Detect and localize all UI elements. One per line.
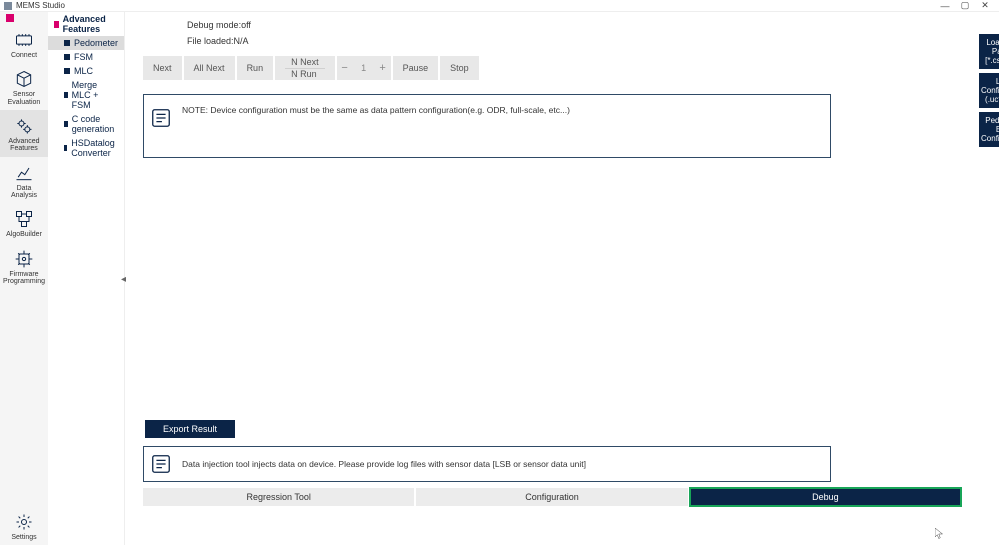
info-box: Data injection tool injects data on devi… — [143, 446, 831, 482]
run-button[interactable]: Run — [237, 56, 274, 80]
rail-data-analysis[interactable]: Data Analysis — [0, 157, 48, 204]
output-area — [143, 158, 961, 420]
debug-mode-status: Debug mode:off — [187, 20, 961, 30]
load-data-pattern-button[interactable]: Load Data Pattern [*.csv, *.txt] — [979, 34, 999, 69]
pause-button[interactable]: Pause — [393, 56, 439, 80]
note-icon — [150, 453, 172, 475]
left-rail: Connect Sensor Evaluation Advanced Featu… — [0, 12, 48, 545]
close-button[interactable]: ✕ — [975, 0, 995, 11]
nodes-icon — [14, 209, 34, 229]
n-run-label: N Run — [285, 69, 325, 80]
tab-regression[interactable]: Regression Tool — [143, 488, 414, 506]
connect-icon — [14, 30, 34, 50]
bullet-icon — [64, 68, 70, 74]
load-configuration-button[interactable]: Load Configuration (.ucf, .json) — [979, 73, 999, 108]
side-nav: Advanced Features Pedometer FSM MLC Merg… — [48, 12, 125, 545]
info-text: Data injection tool injects data on devi… — [182, 459, 586, 469]
gear-icon — [14, 512, 34, 532]
rail-advanced-features-label: Advanced Features — [8, 138, 39, 153]
n-next-label: N Next — [285, 57, 325, 69]
window-title: MEMS Studio — [16, 1, 65, 10]
square-bullet-icon — [54, 21, 59, 28]
maximize-button[interactable]: ▢ — [955, 0, 975, 11]
sidenav-item-label: FSM — [74, 52, 93, 62]
sidenav-heading-label: Advanced Features — [63, 14, 118, 34]
sidenav-item-label: Pedometer — [74, 38, 118, 48]
chip-icon — [14, 249, 34, 269]
bullet-icon — [64, 145, 67, 151]
sidenav-item-hsdatalog[interactable]: HSDatalog Converter — [48, 136, 124, 160]
rail-sensor-evaluation-label: Sensor Evaluation — [8, 91, 41, 106]
pedometer-easy-config-button[interactable]: Pedometer Easy Configuration — [979, 112, 999, 147]
rail-connect[interactable]: Connect — [0, 24, 48, 63]
gears-icon — [14, 116, 34, 136]
rail-connect-label: Connect — [11, 52, 37, 59]
note-box: NOTE: Device configuration must be the s… — [143, 94, 831, 158]
mouse-cursor-icon — [935, 528, 944, 540]
debug-toolbar: Next All Next Run N Next N Run − 1 + Pau… — [143, 56, 961, 80]
minimize-button[interactable]: — — [935, 1, 955, 11]
rail-advanced-features[interactable]: Advanced Features — [0, 110, 48, 157]
sidenav-item-fsm[interactable]: FSM — [48, 50, 124, 64]
tab-configuration[interactable]: Configuration — [416, 488, 687, 506]
count-value: 1 — [353, 63, 375, 73]
all-next-button[interactable]: All Next — [184, 56, 235, 80]
rail-settings-label: Settings — [11, 534, 36, 541]
count-stepper: − 1 + — [337, 56, 391, 80]
note-text: NOTE: Device configuration must be the s… — [182, 103, 570, 129]
cube-icon — [14, 69, 34, 89]
rail-algobuilder[interactable]: AlgoBuilder — [0, 203, 48, 242]
export-result-button[interactable]: Export Result — [145, 420, 235, 438]
stop-button[interactable]: Stop — [440, 56, 479, 80]
bottom-tabs: Regression Tool Configuration Debug — [143, 488, 961, 506]
app-icon — [4, 2, 12, 10]
sidenav-item-ccode[interactable]: C code generation — [48, 112, 124, 136]
chart-icon — [14, 163, 34, 183]
bullet-icon — [64, 54, 70, 60]
sidenav-item-label: C code generation — [72, 114, 118, 134]
rail-settings[interactable]: Settings — [0, 506, 48, 545]
right-panel: Load Data Pattern [*.csv, *.txt] Load Co… — [973, 12, 999, 545]
sidenav-item-label: Merge MLC + FSM — [72, 80, 118, 110]
bullet-icon — [64, 92, 68, 98]
n-next-run-button[interactable]: N Next N Run — [275, 56, 335, 80]
count-decrement[interactable]: − — [337, 56, 353, 80]
rail-algobuilder-label: AlgoBuilder — [6, 231, 42, 238]
rail-data-analysis-label: Data Analysis — [11, 185, 37, 200]
rail-firmware-label: Firmware Programming — [3, 271, 45, 286]
sidenav-item-mlc[interactable]: MLC — [48, 64, 124, 78]
bullet-icon — [64, 40, 70, 46]
sidenav-item-pedometer[interactable]: Pedometer — [48, 36, 124, 50]
sidenav-item-merge[interactable]: Merge MLC + FSM — [48, 78, 124, 112]
count-increment[interactable]: + — [375, 56, 391, 80]
rail-firmware-programming[interactable]: Firmware Programming — [0, 243, 48, 290]
next-button[interactable]: Next — [143, 56, 182, 80]
main-content: ◂ Debug mode:off File loaded:N/A Next Al… — [125, 12, 973, 545]
sidenav-item-label: HSDatalog Converter — [71, 138, 118, 158]
sidenav-heading: Advanced Features — [48, 12, 124, 36]
rail-brand — [0, 12, 48, 24]
file-loaded-status: File loaded:N/A — [187, 36, 961, 46]
collapse-handle[interactable]: ◂ — [121, 274, 126, 285]
tab-debug[interactable]: Debug — [690, 488, 961, 506]
titlebar: MEMS Studio — ▢ ✕ — [0, 0, 999, 12]
bullet-icon — [64, 121, 68, 127]
note-icon — [150, 107, 172, 129]
rail-sensor-evaluation[interactable]: Sensor Evaluation — [0, 63, 48, 110]
sidenav-item-label: MLC — [74, 66, 93, 76]
